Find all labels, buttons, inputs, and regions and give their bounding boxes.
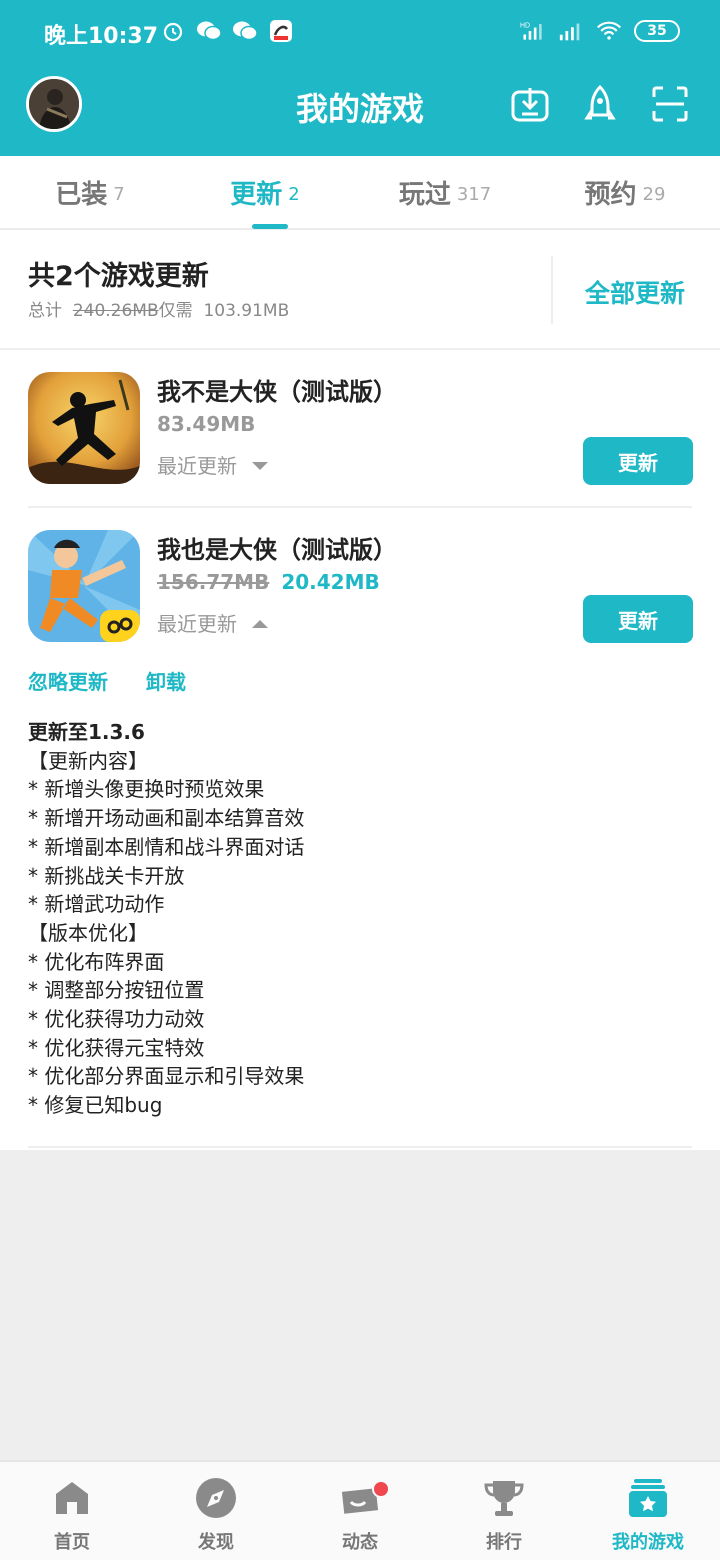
recent-updates-label: 最近更新 [157,454,237,478]
update-list: 我不是大侠（测试版） 83.49MB 最近更新 更新 我也是大侠（测试版） 15… [0,350,720,1150]
tab-reserved[interactable]: 预约 29 [535,156,715,228]
note-line: * 新增开场动画和副本结算音效 [28,806,305,831]
summary-total-prefix: 总计 [28,301,62,321]
wechat-icon [232,18,258,44]
nav-label: 排行 [486,1532,522,1553]
nav-label: 动态 [342,1532,378,1553]
update-button[interactable]: 更新 [583,437,693,485]
note-line: * 调整部分按钮位置 [28,978,205,1003]
tab-label: 预约 [584,179,637,210]
game-name: 我也是大侠（测试版） [157,536,397,564]
nav-home[interactable]: 首页 [0,1462,144,1560]
update-button[interactable]: 更新 [583,595,693,643]
game-size-info: 156.77MB 20.42MB [157,570,380,594]
note-line: * 新增头像更换时预览效果 [28,777,265,802]
status-system-icons: HD 35 [520,18,680,44]
chevron-up-icon [251,611,269,635]
summary-size-info: 总计 240.26MB仅需 103.91MB [28,296,289,321]
active-tab-indicator [252,224,288,229]
signal-icon [558,18,584,44]
game-size-old: 156.77MB [157,570,270,594]
rocket-icon[interactable] [580,84,620,124]
tab-bar: 已装 7 更新 2 玩过 317 预约 29 [0,156,720,230]
signal-hd-icon: HD [520,18,546,44]
ignore-update-link[interactable]: 忽略更新 [28,666,108,695]
note-line: 【更新内容】 [28,748,148,773]
tab-count: 2 [288,183,300,205]
game-icon[interactable] [28,530,140,642]
nav-label: 发现 [198,1532,234,1553]
download-icon[interactable] [510,84,550,124]
summary-title: 共2个游戏更新 [28,261,209,292]
summary-only-need-label: 仅需 [158,301,193,321]
nav-feed[interactable]: 动态 [288,1462,432,1560]
tab-count: 317 [456,183,492,205]
summary-divider [551,256,553,324]
chevron-down-icon [251,453,269,477]
tab-label: 已装 [55,179,108,210]
note-line: * 优化布阵界面 [28,949,165,974]
recent-updates-label: 最近更新 [157,612,237,636]
scan-icon[interactable] [650,84,690,124]
home-icon [50,1476,94,1520]
alarm-icon [160,18,186,44]
svg-text:HD: HD [520,23,530,30]
nav-label: 我的游戏 [612,1532,684,1553]
app-notification-icon [268,18,294,44]
note-line: * 新挑战关卡开放 [28,863,185,888]
status-bar: 晚上10:37 HD 35 [0,0,720,64]
update-summary: 共2个游戏更新 总计 240.26MB仅需 103.91MB 全部更新 [0,230,720,348]
nav-ranking[interactable]: 排行 [432,1462,576,1560]
game-actions: 忽略更新 卸载 [28,666,186,695]
nav-label: 首页 [54,1532,90,1553]
note-line: * 新增武功动作 [28,892,165,917]
uninstall-link[interactable]: 卸载 [146,666,186,695]
note-line: * 修复已知bug [28,1093,163,1118]
note-line: * 优化获得功力动效 [28,1007,205,1032]
game-size: 83.49MB [157,412,256,436]
nav-discover[interactable]: 发现 [144,1462,288,1560]
nav-my-games[interactable]: 我的游戏 [576,1462,720,1560]
summary-total-original: 240.26MB [72,301,159,321]
tab-label: 玩过 [398,179,451,210]
game-name: 我不是大侠（测试版） [157,378,397,406]
trophy-icon [482,1476,526,1520]
my-games-icon [626,1476,670,1520]
summary-total-needed: 103.91MB [203,301,290,321]
battery-indicator: 35 [634,20,680,42]
wechat-icon [196,18,222,44]
update-version: 更新至1.3.6 [28,720,145,744]
recent-updates-toggle[interactable]: 最近更新 [157,450,269,479]
note-line: * 优化部分界面显示和引导效果 [28,1064,305,1089]
compass-icon [194,1476,238,1520]
status-time: 晚上10:37 [44,24,159,49]
row-divider [28,1146,692,1148]
note-line: * 优化获得元宝特效 [28,1035,205,1060]
bottom-nav: 首页 发现 动态 排行 我的游戏 [0,1460,720,1560]
update-all-button[interactable]: 全部更新 [560,274,710,310]
tab-label: 更新 [230,179,283,210]
update-notes: 更新至1.3.6 【更新内容】 * 新增头像更换时预览效果 * 新增开场动画和副… [28,718,688,1120]
note-line: 【版本优化】 [28,920,148,945]
tab-count: 29 [642,183,666,205]
tab-installed[interactable]: 已装 7 [0,156,180,228]
tab-played[interactable]: 玩过 317 [355,156,535,228]
app-header: 晚上10:37 HD 35 我的游戏 [0,0,720,156]
status-notification-icons [160,18,294,44]
wifi-icon [596,18,622,44]
row-divider [28,506,692,508]
game-icon[interactable] [28,372,140,484]
game-size-new: 20.42MB [281,570,380,594]
notification-badge [372,1480,390,1498]
tab-updates[interactable]: 更新 2 [175,156,355,228]
recent-updates-toggle[interactable]: 最近更新 [157,608,269,637]
tab-count: 7 [113,183,125,205]
note-line: * 新增副本剧情和战斗界面对话 [28,834,305,859]
